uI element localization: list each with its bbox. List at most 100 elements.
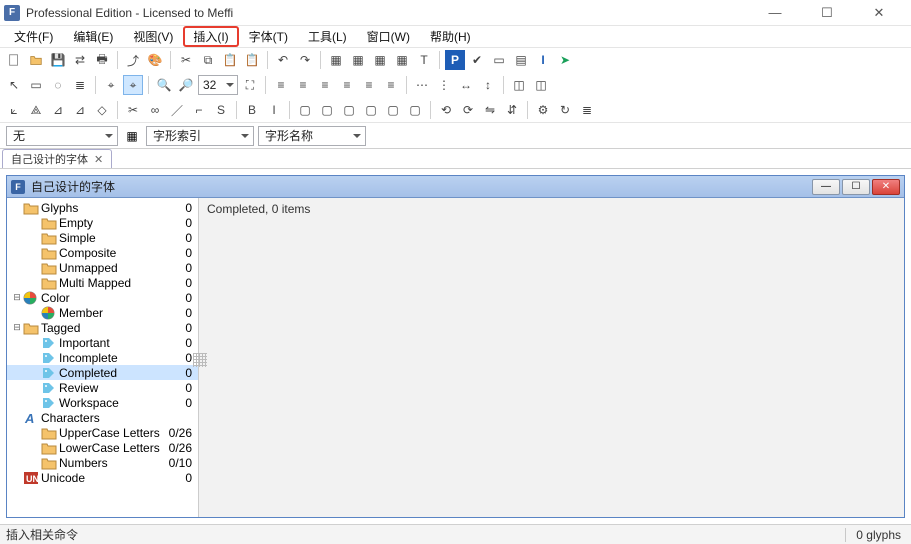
- path-d-icon[interactable]: ⊿: [70, 100, 90, 120]
- box4-icon[interactable]: ▢: [361, 100, 381, 120]
- text-sample-icon[interactable]: I: [533, 50, 553, 70]
- knife-icon[interactable]: ／: [167, 100, 187, 120]
- snap-b-icon[interactable]: ⌖: [123, 75, 143, 95]
- validate-icon[interactable]: ✔: [467, 50, 487, 70]
- align-right-icon[interactable]: ≡: [315, 75, 335, 95]
- transform-a-icon[interactable]: ⟲: [436, 100, 456, 120]
- menu-edit[interactable]: 编辑(E): [63, 26, 123, 47]
- arrow-tool-icon[interactable]: ➤: [555, 50, 575, 70]
- cut-icon[interactable]: ✂: [176, 50, 196, 70]
- cells-icon[interactable]: ▤: [511, 50, 531, 70]
- child-titlebar[interactable]: F 自己设计的字体 ― ☐ ✕: [7, 176, 904, 198]
- tree-row-member[interactable]: Member0: [7, 305, 198, 320]
- box3-icon[interactable]: ▢: [339, 100, 359, 120]
- tree-row-workspace[interactable]: Workspace0: [7, 395, 198, 410]
- tree-row-composite[interactable]: Composite0: [7, 245, 198, 260]
- tree-row-review[interactable]: Review0: [7, 380, 198, 395]
- box1-icon[interactable]: ▢: [295, 100, 315, 120]
- tree-row-numbers[interactable]: Numbers0/10: [7, 455, 198, 470]
- layers-icon[interactable]: ≣: [70, 75, 90, 95]
- stack-icon[interactable]: ≣: [577, 100, 597, 120]
- paste-special-icon[interactable]: 📋: [242, 50, 262, 70]
- tree-row-multi-mapped[interactable]: Multi Mapped0: [7, 275, 198, 290]
- box6-icon[interactable]: ▢: [405, 100, 425, 120]
- tree-row-unicode[interactable]: UNUnicode0: [7, 470, 198, 485]
- tab-close-icon[interactable]: ✕: [94, 153, 103, 166]
- tree-row-uppercase-letters[interactable]: UpperCase Letters0/26: [7, 425, 198, 440]
- menu-insert[interactable]: 插入(I): [183, 26, 238, 47]
- filter-combo-3[interactable]: 字形名称: [258, 126, 366, 146]
- menu-help[interactable]: 帮助(H): [420, 26, 481, 47]
- select-arrow-icon[interactable]: ↖: [4, 75, 24, 95]
- compare-icon[interactable]: ⇄: [70, 50, 90, 70]
- tree-row-empty[interactable]: Empty0: [7, 215, 198, 230]
- mirror-h-icon[interactable]: ⇋: [480, 100, 500, 120]
- menu-window[interactable]: 窗口(W): [357, 26, 420, 47]
- tree-row-lowercase-letters[interactable]: LowerCase Letters0/26: [7, 440, 198, 455]
- box5-icon[interactable]: ▢: [383, 100, 403, 120]
- undo-icon[interactable]: ↶: [273, 50, 293, 70]
- redo-icon[interactable]: ↷: [295, 50, 315, 70]
- window-layout-icon[interactable]: ▭: [489, 50, 509, 70]
- transform-b-icon[interactable]: ⟳: [458, 100, 478, 120]
- expander-icon[interactable]: ⊟: [11, 292, 23, 303]
- child-minimize-button[interactable]: ―: [812, 179, 840, 195]
- grid-small-icon[interactable]: ▦: [326, 50, 346, 70]
- paste-icon[interactable]: 📋: [220, 50, 240, 70]
- align-bot-icon[interactable]: ≡: [381, 75, 401, 95]
- path-b-icon[interactable]: ⟁: [26, 100, 46, 120]
- menu-tools[interactable]: 工具(L): [298, 26, 357, 47]
- tree-row-incomplete[interactable]: Incomplete0: [7, 350, 198, 365]
- filter-combo-1[interactable]: 无: [6, 126, 118, 146]
- dist-h-icon[interactable]: ⋯: [412, 75, 432, 95]
- tree-panel[interactable]: Glyphs0Empty0Simple0Composite0Unmapped0M…: [7, 198, 199, 517]
- save-icon[interactable]: 💾: [48, 50, 68, 70]
- refresh-icon[interactable]: ↻: [555, 100, 575, 120]
- palette-icon[interactable]: 🎨: [145, 50, 165, 70]
- tree-row-glyphs[interactable]: Glyphs0: [7, 200, 198, 215]
- tree-row-characters[interactable]: ACharacters: [7, 410, 198, 425]
- copy-icon[interactable]: ⧉: [198, 50, 218, 70]
- align-center-icon[interactable]: ≡: [293, 75, 313, 95]
- ungroup-icon[interactable]: ◫: [531, 75, 551, 95]
- window-close-button[interactable]: ✕: [859, 3, 899, 23]
- group-icon[interactable]: ◫: [509, 75, 529, 95]
- tree-row-color[interactable]: ⊟Color0: [7, 290, 198, 305]
- path-e-icon[interactable]: ◇: [92, 100, 112, 120]
- box2-icon[interactable]: ▢: [317, 100, 337, 120]
- path-c-icon[interactable]: ⊿: [48, 100, 68, 120]
- window-maximize-button[interactable]: ☐: [807, 3, 847, 23]
- dist-eq-icon[interactable]: ↔: [456, 75, 476, 95]
- menu-font[interactable]: 字体(T): [239, 26, 298, 47]
- align-top-icon[interactable]: ≡: [337, 75, 357, 95]
- lasso-icon[interactable]: ◌: [48, 75, 68, 95]
- grid-tool-icon[interactable]: ▦: [392, 50, 412, 70]
- scissors-icon[interactable]: ✂: [123, 100, 143, 120]
- rect-select-icon[interactable]: ▭: [26, 75, 46, 95]
- zoom-combo[interactable]: 32: [198, 75, 238, 95]
- corner-icon[interactable]: ⌐: [189, 100, 209, 120]
- align-mid-icon[interactable]: ≡: [359, 75, 379, 95]
- filter-button-1[interactable]: ▦: [122, 126, 142, 146]
- fit-icon[interactable]: ⛶: [240, 75, 260, 95]
- open-icon[interactable]: [26, 50, 46, 70]
- link-icon[interactable]: ∞: [145, 100, 165, 120]
- menu-view[interactable]: 视图(V): [123, 26, 183, 47]
- path-a-icon[interactable]: ⟀: [4, 100, 24, 120]
- tree-row-tagged[interactable]: ⊟Tagged0: [7, 320, 198, 335]
- gear-icon[interactable]: ⚙: [533, 100, 553, 120]
- print-icon[interactable]: 🖶: [92, 50, 112, 70]
- bold-icon[interactable]: B: [242, 100, 262, 120]
- dist-v-icon[interactable]: ⋮: [434, 75, 454, 95]
- align-left-icon[interactable]: ≡: [271, 75, 291, 95]
- child-maximize-button[interactable]: ☐: [842, 179, 870, 195]
- tree-row-important[interactable]: Important0: [7, 335, 198, 350]
- snap-a-icon[interactable]: ⌖: [101, 75, 121, 95]
- grid-prop-icon[interactable]: ▦: [370, 50, 390, 70]
- launch-icon[interactable]: ⤴: [123, 50, 143, 70]
- smooth-icon[interactable]: S: [211, 100, 231, 120]
- zoom-out-icon[interactable]: 🔎: [176, 75, 196, 95]
- tree-row-completed[interactable]: Completed0: [7, 365, 198, 380]
- dist-sp-icon[interactable]: ↕: [478, 75, 498, 95]
- document-tab[interactable]: 自己设计的字体 ✕: [2, 149, 112, 168]
